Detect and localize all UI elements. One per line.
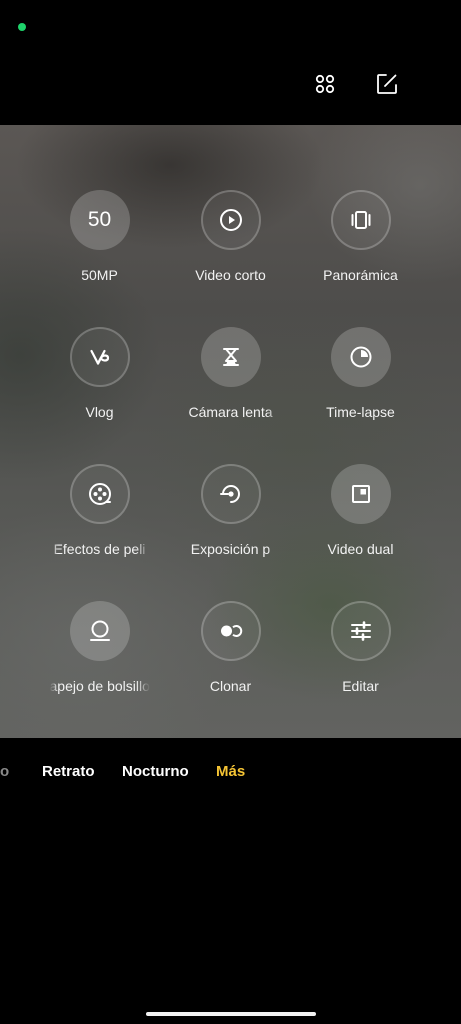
mode-video-dual[interactable]: Video dual bbox=[295, 464, 426, 557]
status-indicator-dot bbox=[18, 23, 26, 31]
edit-icon[interactable] bbox=[374, 71, 400, 97]
50mp-icon: 50 bbox=[87, 208, 112, 231]
mode-label: Editar bbox=[342, 678, 379, 694]
mode-button[interactable] bbox=[200, 601, 261, 661]
mode-video-corto[interactable]: Video corto bbox=[165, 190, 296, 283]
mode-camara-lenta[interactable]: Cámara lenta bbox=[165, 327, 296, 420]
mode-time-lapse[interactable]: Time-lapse bbox=[295, 327, 426, 420]
clone-icon bbox=[220, 625, 242, 637]
mode-label: Efectos de peli bbox=[53, 541, 146, 557]
dual-video-icon bbox=[351, 485, 370, 503]
pocket-mirror-icon bbox=[89, 620, 110, 641]
mode-vlog[interactable]: Vlog bbox=[34, 327, 165, 420]
vlog-icon bbox=[89, 349, 109, 365]
mode-button[interactable] bbox=[200, 464, 261, 524]
tab-partial[interactable]: to bbox=[0, 763, 9, 780]
sliders-icon bbox=[350, 621, 371, 641]
mode-label: Vlog bbox=[85, 404, 114, 420]
mode-grid: 50 50MP Video corto Panorámica Vlog Cáma… bbox=[0, 125, 461, 738]
mode-panoramica[interactable]: Panorámica bbox=[295, 190, 426, 283]
mode-button[interactable] bbox=[330, 327, 391, 387]
home-indicator[interactable] bbox=[146, 1012, 316, 1016]
mode-clonar[interactable]: Clonar bbox=[165, 601, 296, 694]
mode-tabs: to Retrato Nocturno Más bbox=[0, 763, 461, 785]
mode-exposicion-prolongada[interactable]: Exposición p bbox=[165, 464, 296, 557]
mode-label: 50MP bbox=[81, 267, 118, 283]
hourglass-icon bbox=[222, 348, 239, 366]
mode-button[interactable] bbox=[69, 464, 130, 524]
mode-label: Time-lapse bbox=[326, 404, 395, 420]
mode-espejo-de-bolsillo[interactable]: apejo de bolsillo bbox=[34, 601, 165, 694]
tab-retrato[interactable]: Retrato bbox=[42, 763, 95, 780]
panorama-icon bbox=[351, 211, 370, 229]
tab-nocturno[interactable]: Nocturno bbox=[122, 763, 189, 780]
mode-button[interactable] bbox=[69, 327, 130, 387]
mode-editar[interactable]: Editar bbox=[295, 601, 426, 694]
long-exposure-icon bbox=[219, 485, 240, 503]
tab-mas[interactable]: Más bbox=[216, 763, 245, 780]
play-icon bbox=[219, 209, 242, 231]
mode-50mp[interactable]: 50 50MP bbox=[34, 190, 165, 283]
mode-label: Video dual bbox=[327, 541, 394, 557]
mode-button[interactable] bbox=[330, 464, 391, 524]
mode-button[interactable]: 50 bbox=[69, 190, 130, 250]
mode-button[interactable] bbox=[330, 190, 391, 250]
mode-label: Cámara lenta bbox=[188, 404, 273, 420]
timelapse-icon bbox=[350, 346, 371, 368]
camera-mode-panel: 50 50MP Video corto Panorámica Vlog Cáma… bbox=[0, 125, 461, 738]
mode-button[interactable] bbox=[330, 601, 391, 661]
film-reel-icon bbox=[88, 483, 111, 505]
mode-label: Clonar bbox=[209, 678, 252, 694]
mode-button[interactable] bbox=[200, 190, 261, 250]
mode-efectos-de-peli[interactable]: Efectos de peli bbox=[34, 464, 165, 557]
mode-button[interactable] bbox=[200, 327, 261, 387]
mode-label: apejo de bolsillo bbox=[49, 678, 150, 694]
mode-label: Panorámica bbox=[323, 267, 398, 283]
mode-label: Exposición p bbox=[190, 541, 271, 557]
mode-label: Video corto bbox=[195, 267, 266, 283]
grid-icon[interactable] bbox=[312, 71, 338, 97]
mode-button[interactable] bbox=[69, 601, 130, 661]
